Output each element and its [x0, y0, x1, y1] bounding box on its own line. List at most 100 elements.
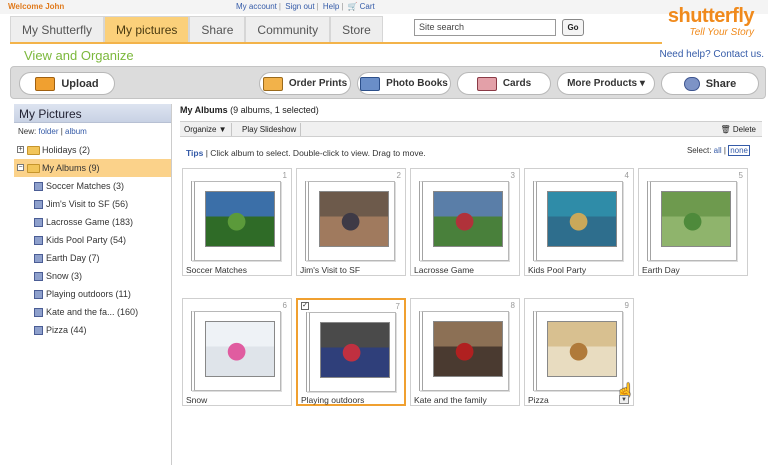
sidebar-album-item[interactable]: Snow (3)	[14, 267, 171, 285]
sidebar-album-item[interactable]: Playing outdoors (11)	[14, 285, 171, 303]
sidebar-album-item[interactable]: Jim's Visit to SF (56)	[14, 195, 171, 213]
album-thumbnail	[547, 191, 617, 247]
delete-button[interactable]: 🗑 Delete	[720, 123, 756, 136]
tips-line: Tips | Click album to select. Double-cli…	[186, 148, 426, 158]
play-slideshow-button[interactable]: Play Slideshow	[238, 123, 302, 136]
album-icon	[34, 290, 43, 299]
select-none-link[interactable]: none	[728, 145, 750, 156]
sidebar-album-item[interactable]: Earth Day (7)	[14, 249, 171, 267]
album-icon	[34, 272, 43, 281]
action-toolbar: Upload Order Prints Photo Books Cards Mo…	[10, 66, 766, 99]
sidebar-item-label: Soccer Matches (3)	[46, 181, 125, 191]
album-caption: Playing outdoors	[301, 395, 365, 405]
folder-open-icon	[27, 164, 40, 173]
share-button[interactable]: Share	[661, 72, 759, 95]
album-icon	[34, 236, 43, 245]
album-card[interactable]: 5 Earth Day	[638, 168, 748, 276]
sidebar-item-label: Holidays (2)	[42, 145, 91, 155]
albums-panel: My Albums (9 albums, 1 selected) Organiz…	[174, 100, 764, 465]
tab-store[interactable]: Store	[330, 16, 383, 42]
tab-my-pictures[interactable]: My pictures	[104, 16, 190, 42]
album-card[interactable]: 3 Lacrosse Game	[410, 168, 520, 276]
album-book	[191, 311, 281, 391]
welcome-text: Welcome John	[8, 2, 65, 11]
tab-my-shutterfly[interactable]: My Shutterfly	[10, 16, 105, 42]
album-caption: Earth Day	[642, 265, 680, 275]
album-book	[533, 181, 623, 261]
help-link[interactable]: Help	[323, 2, 339, 11]
collapse-icon[interactable]: −	[17, 164, 24, 171]
new-folder-link[interactable]: folder	[38, 127, 58, 136]
order-prints-button[interactable]: Order Prints	[259, 72, 351, 95]
album-thumbnail	[205, 191, 275, 247]
logo-name: shutterfly	[667, 5, 755, 27]
sidebar-item-my-albums[interactable]: − My Albums (9)	[14, 159, 171, 177]
sidebar-album-item[interactable]: Lacrosse Game (183)	[14, 213, 171, 231]
delete-label: Delete	[732, 125, 756, 134]
photo-books-button[interactable]: Photo Books	[357, 72, 451, 95]
album-thumbnail	[433, 191, 503, 247]
album-card[interactable]: 9 ☝ Pizza ▼	[524, 298, 635, 406]
album-thumbnail	[661, 191, 731, 247]
album-card[interactable]: 4 Kids Pool Party	[524, 168, 634, 276]
album-card-selected[interactable]: ✓ 7 Playing outdoors	[296, 298, 406, 406]
organize-menu[interactable]: Organize ▼	[180, 123, 232, 136]
sidebar-album-item[interactable]: Pizza (44)	[14, 321, 171, 339]
tab-share[interactable]: Share	[189, 16, 246, 42]
upload-button[interactable]: Upload	[19, 72, 115, 95]
tab-community[interactable]: Community	[245, 16, 331, 42]
sidebar-item-label: Kids Pool Party (54)	[46, 235, 127, 245]
account-links: My account | Sign out | Help | 🛒 Cart	[236, 2, 375, 11]
nav-underline	[10, 42, 662, 44]
sidebar-album-item[interactable]: Soccer Matches (3)	[14, 177, 171, 195]
cart-link[interactable]: Cart	[360, 2, 375, 11]
album-thumbnail: ☝	[547, 321, 635, 400]
sidebar-item-holidays[interactable]: + Holidays (2)	[14, 141, 171, 159]
album-icon	[34, 308, 43, 317]
album-caption: Snow	[186, 395, 208, 405]
album-caption: Lacrosse Game	[414, 265, 474, 275]
album-card[interactable]: 6 Snow	[182, 298, 292, 406]
people-icon	[683, 76, 700, 91]
sidebar-album-item[interactable]: Kids Pool Party (54)	[14, 231, 171, 249]
album-icon	[34, 254, 43, 263]
sign-out-link[interactable]: Sign out	[285, 2, 314, 11]
photo-books-label: Photo Books	[386, 78, 448, 89]
sidebar-item-label: Earth Day (7)	[46, 253, 100, 263]
select-all-link[interactable]: all	[714, 146, 722, 155]
sidebar-item-label: Pizza (44)	[46, 325, 87, 335]
new-album-link[interactable]: album	[65, 127, 87, 136]
album-number: 2	[396, 171, 401, 180]
tips-link[interactable]: Tips	[186, 148, 203, 158]
album-book	[419, 311, 509, 391]
album-card[interactable]: 8 Kate and the family	[410, 298, 520, 406]
album-icon	[34, 326, 43, 335]
more-products-label: More Products ▾	[567, 78, 645, 89]
my-account-link[interactable]: My account	[236, 2, 277, 11]
album-icon	[34, 200, 43, 209]
sidebar-item-label: Playing outdoors (11)	[46, 289, 131, 299]
albums-title-bold: My Albums	[180, 105, 228, 115]
upload-label: Upload	[61, 77, 99, 90]
expand-icon[interactable]: +	[17, 146, 24, 153]
help-contact-link[interactable]: Need help? Contact us.	[659, 49, 764, 60]
album-book	[191, 181, 281, 261]
cards-button[interactable]: Cards	[457, 72, 551, 95]
album-menu-dropdown[interactable]: ▼	[619, 395, 629, 404]
shutterfly-logo[interactable]: shutterfly Tell Your Story	[667, 5, 755, 38]
album-book	[647, 181, 737, 261]
sidebar-album-item[interactable]: Kate and the fa... (160)	[14, 303, 171, 321]
upload-icon	[35, 76, 56, 91]
album-card[interactable]: 1 Soccer Matches	[182, 168, 292, 276]
more-products-button[interactable]: More Products ▾	[557, 72, 655, 95]
selected-checkbox[interactable]: ✓	[301, 302, 309, 310]
album-caption: Pizza	[528, 395, 549, 405]
cart-icon[interactable]: 🛒	[348, 2, 358, 11]
album-number: 3	[510, 171, 515, 180]
album-book: ☝	[533, 311, 635, 400]
new-label: New:	[18, 127, 37, 136]
album-card[interactable]: 2 Jim's Visit to SF	[296, 168, 406, 276]
site-search-input[interactable]: Site search	[414, 19, 556, 36]
search-go-button[interactable]: Go	[562, 19, 584, 36]
sidebar-item-label: Lacrosse Game (183)	[46, 217, 134, 227]
